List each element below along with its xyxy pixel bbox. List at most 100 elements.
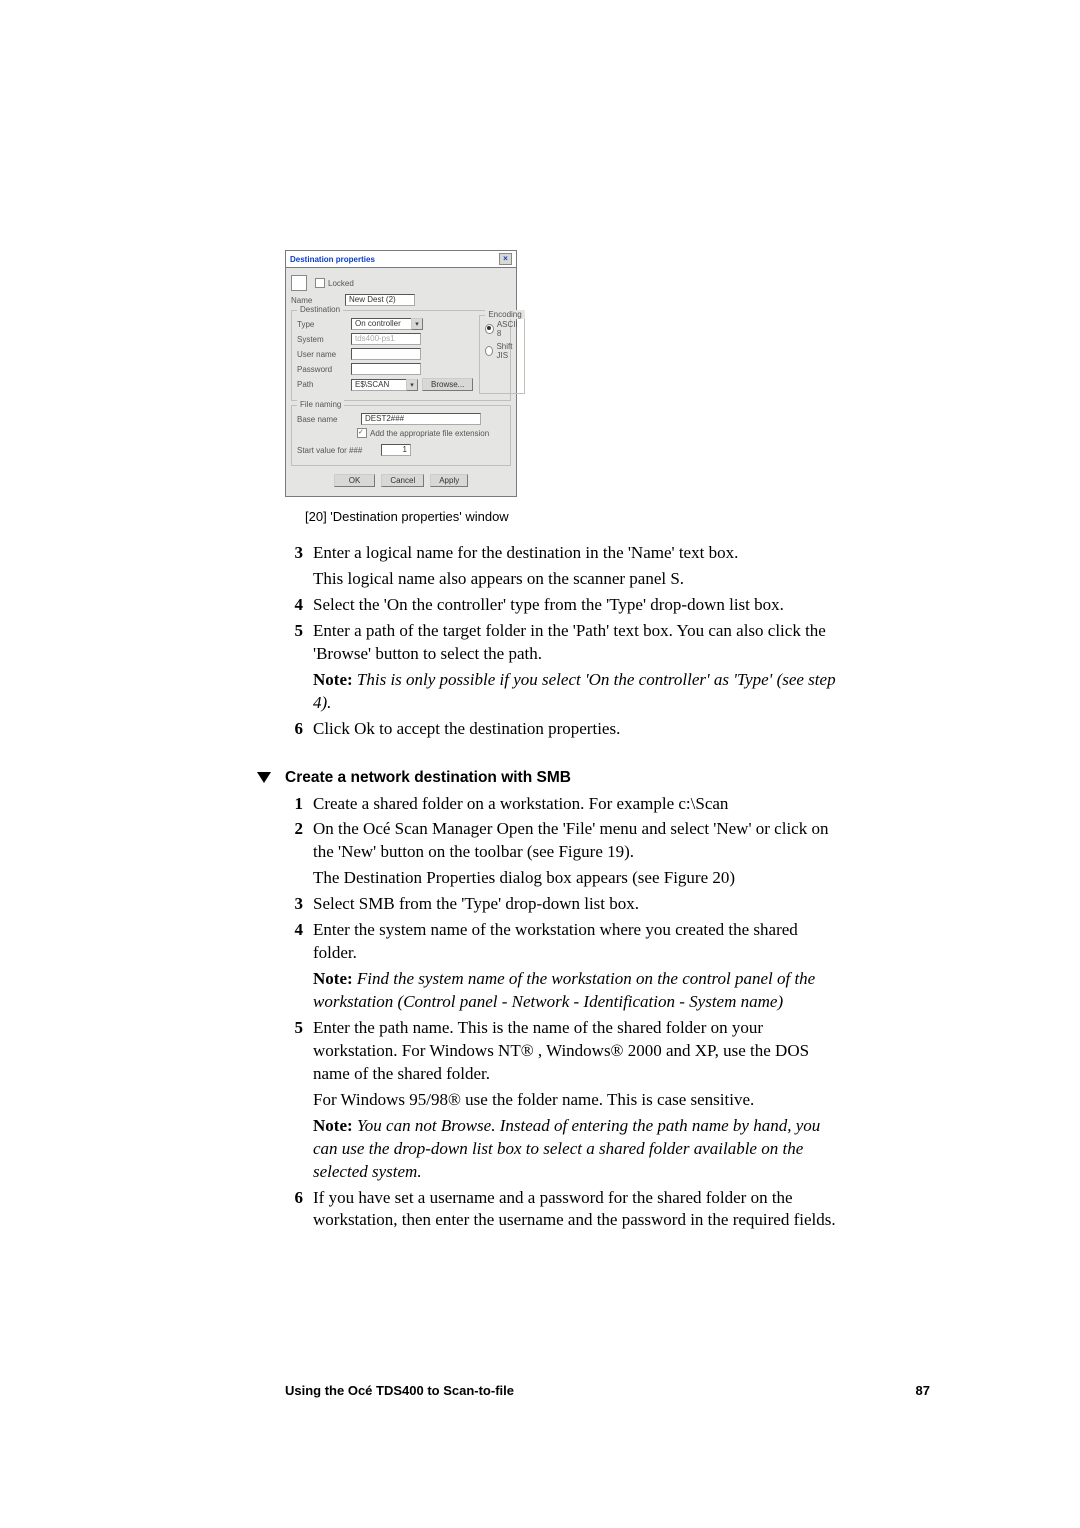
type-select[interactable]: On controller ▾ [351, 318, 423, 330]
group-destination: Destination Type On controller ▾ [291, 310, 511, 401]
group-file-naming-label: File naming [297, 400, 344, 409]
basename-label: Base name [297, 415, 357, 424]
username-input[interactable] [351, 348, 421, 360]
password-label: Password [297, 365, 347, 374]
step-text: Click Ok to accept the destination prope… [313, 718, 845, 741]
path-select[interactable]: E$\SCAN ▾ [351, 379, 418, 391]
step-text: On the Océ Scan Manager Open the 'File' … [313, 818, 845, 864]
step-number: 2 [285, 818, 303, 864]
step-number: 3 [285, 542, 303, 565]
dialog-body: Locked Name New Dest (2) Destination Typ… [286, 268, 516, 496]
step-note: Note: Find the system name of the workst… [313, 968, 845, 1014]
apply-button[interactable]: Apply [430, 474, 468, 487]
chevron-down-icon: ▾ [406, 379, 418, 391]
step-number: 6 [285, 1187, 303, 1233]
step-text-continued: For Windows 95/98® use the folder name. … [313, 1089, 845, 1112]
page-footer: Using the Océ TDS400 to Scan-to-file 87 [285, 1383, 930, 1398]
note-label: Note: [313, 1116, 357, 1135]
add-extension-label: Add the appropriate file extension [370, 429, 489, 438]
group-file-naming: File naming Base name DEST2### Add the a… [291, 405, 511, 466]
step-text: Enter the system name of the workstation… [313, 919, 845, 965]
step-text-continued: This logical name also appears on the sc… [313, 568, 845, 591]
startvalue-input[interactable]: 1 [381, 444, 411, 456]
basename-input[interactable]: DEST2### [361, 413, 481, 425]
step-text: Enter a path of the target folder in the… [313, 620, 845, 666]
step-number: 6 [285, 718, 303, 741]
figure-caption: [20] 'Destination properties' window [305, 509, 845, 524]
type-label: Type [297, 320, 347, 329]
note-label: Note: [313, 670, 357, 689]
step-item: 5Enter a path of the target folder in th… [285, 620, 845, 666]
step-text: If you have set a username and a passwor… [313, 1187, 845, 1233]
step-text-continued: The Destination Properties dialog box ap… [313, 867, 845, 890]
radio-icon [485, 346, 493, 356]
checkbox-icon [357, 428, 367, 438]
add-extension-checkbox[interactable]: Add the appropriate file extension [357, 428, 489, 438]
step-number: 1 [285, 793, 303, 816]
content-column: Destination properties × Locked Name New… [285, 250, 845, 1232]
step-number: 3 [285, 893, 303, 916]
chevron-down-icon: ▾ [411, 318, 423, 330]
step-text: Enter the path name. This is the name of… [313, 1017, 845, 1086]
step-item: 1Create a shared folder on a workstation… [285, 793, 845, 816]
step-note: Note: This is only possible if you selec… [313, 669, 845, 715]
page-number: 87 [916, 1383, 930, 1398]
radio-shiftjis-label: Shift JIS [496, 342, 519, 360]
path-label: Path [297, 380, 347, 389]
locked-checkbox[interactable]: Locked [315, 278, 354, 288]
name-label: Name [291, 296, 341, 305]
system-label: System [297, 335, 347, 344]
step-item: 6 Click Ok to accept the destination prop… [285, 718, 845, 741]
step-number: 5 [285, 1017, 303, 1086]
dialog-icon [291, 275, 307, 291]
dialog-titlebar: Destination properties × [286, 251, 516, 268]
name-input[interactable]: New Dest (2) [345, 294, 415, 306]
note-text: You can not Browse. Instead of entering … [313, 1116, 820, 1181]
step-text: Enter a logical name for the destination… [313, 542, 845, 565]
step-text: Select SMB from the 'Type' drop-down lis… [313, 893, 845, 916]
step-item: 2On the Océ Scan Manager Open the 'File'… [285, 818, 845, 864]
browse-button[interactable]: Browse... [422, 378, 473, 391]
radio-shiftjis[interactable]: Shift JIS [485, 342, 519, 360]
group-encoding-label: Encoding [485, 310, 524, 319]
step-text: Select the 'On the controller' type from… [313, 594, 845, 617]
radio-ascii[interactable]: ASCII 8 [485, 320, 519, 338]
cancel-button[interactable]: Cancel [381, 474, 424, 487]
dialog-title: Destination properties [290, 255, 375, 264]
step-item: 5Enter the path name. This is the name o… [285, 1017, 845, 1086]
startvalue-label: Start value for ### [297, 446, 377, 455]
note-label: Note: [313, 969, 357, 988]
close-icon[interactable]: × [499, 253, 512, 265]
steps-list-b: 1Create a shared folder on a workstation… [285, 793, 845, 1233]
path-value: E$\SCAN [351, 379, 406, 391]
note-text: This is only possible if you select 'On … [313, 670, 836, 712]
step-item: 6If you have set a username and a passwo… [285, 1187, 845, 1233]
step-number: 4 [285, 919, 303, 965]
step-item: 4Enter the system name of the workstatio… [285, 919, 845, 965]
radio-ascii-label: ASCII 8 [497, 320, 519, 338]
section-title: Create a network destination with SMB [285, 769, 571, 787]
system-input[interactable]: tds400-ps1 [351, 333, 421, 345]
dialog-destination-properties: Destination properties × Locked Name New… [285, 250, 517, 497]
page: Destination properties × Locked Name New… [0, 0, 1080, 1528]
type-value: On controller [351, 318, 411, 330]
radio-icon [485, 324, 494, 334]
footer-title: Using the Océ TDS400 to Scan-to-file [285, 1383, 514, 1398]
checkbox-icon [315, 278, 325, 288]
password-input[interactable] [351, 363, 421, 375]
step-item: 3 Enter a logical name for the destinatio… [285, 542, 845, 565]
username-label: User name [297, 350, 347, 359]
locked-label: Locked [328, 279, 354, 288]
note-text: Find the system name of the workstation … [313, 969, 815, 1011]
steps-list-a: 3 Enter a logical name for the destinatio… [285, 542, 845, 741]
section-heading: Create a network destination with SMB [257, 769, 845, 787]
step-number: 5 [285, 620, 303, 666]
step-item: 4 Select the 'On the controller' type fro… [285, 594, 845, 617]
step-number: 4 [285, 594, 303, 617]
group-encoding: Encoding ASCII 8 Shift JIS [479, 315, 525, 394]
step-note: Note: You can not Browse. Instead of ent… [313, 1115, 845, 1184]
group-destination-label: Destination [297, 305, 343, 314]
step-item: 3 Select SMB from the 'Type' drop-down li… [285, 893, 845, 916]
ok-button[interactable]: OK [334, 474, 376, 487]
triangle-icon [257, 772, 271, 783]
